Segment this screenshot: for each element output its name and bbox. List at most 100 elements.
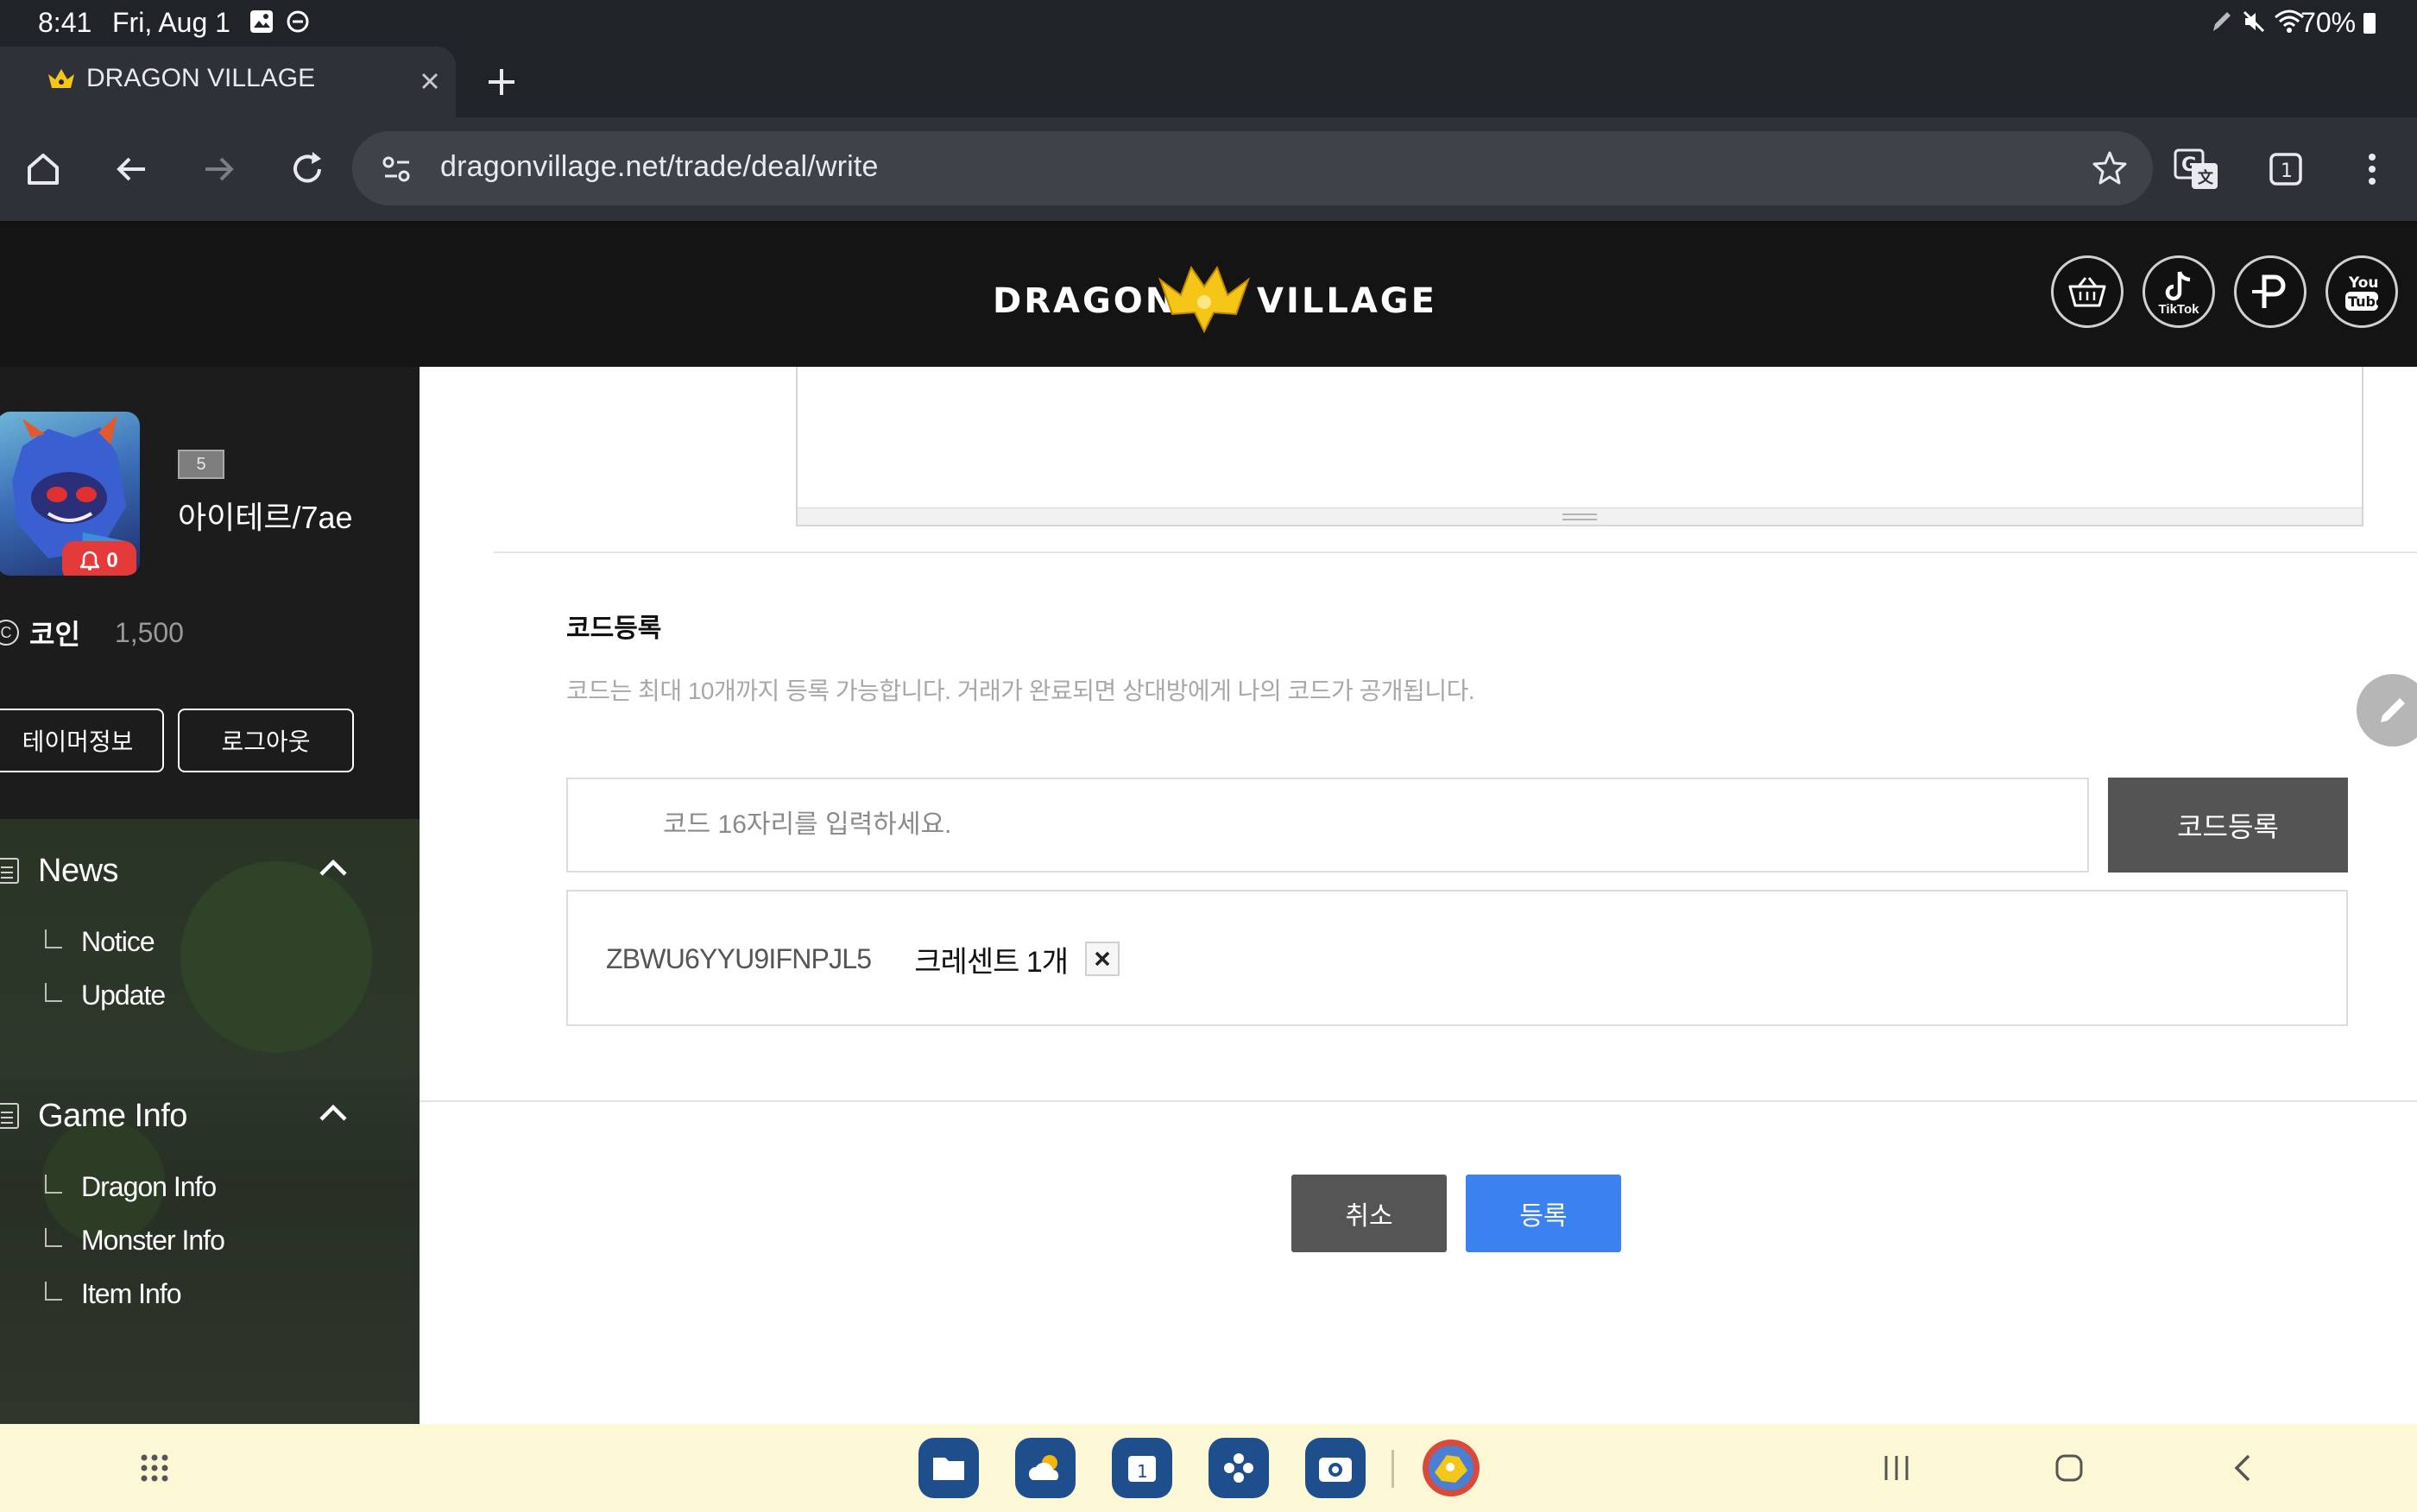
avatar[interactable]: 0 bbox=[0, 412, 140, 576]
submit-button[interactable]: 등록 bbox=[1466, 1175, 1621, 1252]
menu-news-label: News bbox=[38, 852, 119, 889]
close-icon bbox=[1095, 951, 1110, 967]
shop-icon[interactable] bbox=[2051, 255, 2124, 328]
logout-button[interactable]: 로그아웃 bbox=[178, 709, 354, 772]
tree-branch-icon bbox=[45, 982, 62, 1002]
address-bar[interactable]: dragonvillage.net/trade/deal/write bbox=[352, 131, 2153, 205]
tab-strip: DRAGON VILLAGE bbox=[0, 47, 2417, 117]
forward-icon[interactable] bbox=[193, 143, 245, 195]
close-tab-icon[interactable] bbox=[413, 64, 447, 98]
code-input[interactable] bbox=[566, 778, 2089, 873]
battery-icon bbox=[2363, 13, 2376, 34]
grip-icon bbox=[1562, 513, 1597, 520]
tree-branch-icon bbox=[45, 1174, 62, 1194]
editor-resize-handle[interactable] bbox=[798, 507, 2362, 525]
level-badge: 5 bbox=[178, 450, 224, 479]
tree-branch-icon bbox=[45, 1227, 62, 1247]
status-date: Fri, Aug 1 bbox=[112, 7, 230, 38]
dragon-village-app-icon[interactable] bbox=[1421, 1438, 1481, 1498]
gallery-icon bbox=[249, 9, 275, 35]
code-section-title: 코드등록 bbox=[566, 614, 662, 643]
site-header: DRAGON VILLAGE TikTok You Tube bbox=[0, 223, 2417, 367]
tree-branch-icon bbox=[45, 929, 62, 948]
mute-icon bbox=[2241, 9, 2267, 35]
url-text[interactable]: dragonvillage.net/trade/deal/write bbox=[440, 150, 879, 184]
tree-branch-icon bbox=[45, 1281, 62, 1301]
browser-toolbar: dragonvillage.net/trade/deal/write G文 1 bbox=[0, 117, 2417, 221]
pencil-icon bbox=[2381, 698, 2405, 722]
more-menu-icon[interactable] bbox=[2346, 143, 2398, 195]
favicon-icon bbox=[47, 67, 76, 93]
bookmark-star-icon[interactable] bbox=[2091, 148, 2129, 186]
back-nav-icon[interactable] bbox=[2222, 1446, 2265, 1490]
bixby-app-icon[interactable] bbox=[1208, 1438, 1269, 1498]
menu-item-update[interactable]: Update bbox=[45, 980, 166, 1011]
weather-app-icon[interactable] bbox=[1015, 1438, 1076, 1498]
status-time: 8:41 bbox=[38, 7, 92, 38]
app-drawer-icon[interactable] bbox=[133, 1446, 176, 1490]
divider bbox=[420, 1100, 2417, 1102]
username: 아이테르/7ae bbox=[178, 500, 353, 535]
new-tab-icon[interactable] bbox=[480, 60, 523, 104]
calendar-app-icon[interactable]: 1 bbox=[1112, 1438, 1172, 1498]
tamer-info-button[interactable]: 테이머정보 bbox=[0, 709, 164, 772]
translate-icon[interactable]: G文 bbox=[2170, 143, 2222, 195]
p-icon[interactable] bbox=[2234, 255, 2307, 328]
recent-apps-icon[interactable] bbox=[1875, 1446, 1918, 1490]
site-settings-icon[interactable] bbox=[380, 152, 414, 186]
code-section-description: 코드는 최대 10개까지 등록 가능합니다. 거래가 완료되면 상대방에게 나의… bbox=[566, 677, 1475, 704]
menu-item-item-info[interactable]: Item Info bbox=[45, 1278, 181, 1310]
do-not-disturb-icon bbox=[285, 9, 311, 35]
profile-panel: 0 5 아이테르/7ae C 코인 1,500 테이머정보 로그아웃 bbox=[0, 367, 420, 819]
coin-label: 코인 bbox=[29, 619, 80, 650]
remove-code-button[interactable] bbox=[1085, 942, 1120, 976]
tab-title: DRAGON VILLAGE bbox=[86, 64, 316, 92]
coin-icon: C bbox=[0, 620, 19, 646]
code-value: ZBWU6YYU9IFNPJL5 bbox=[606, 942, 872, 974]
list-item: ZBWU6YYU9IFNPJL5 크레센트 1개 bbox=[606, 940, 1120, 979]
chevron-up-icon[interactable] bbox=[314, 1095, 352, 1133]
bell-icon bbox=[80, 551, 100, 570]
code-product: 크레센트 1개 bbox=[914, 945, 1069, 979]
menu-item-dragon-info[interactable]: Dragon Info bbox=[45, 1171, 217, 1203]
home-icon[interactable] bbox=[17, 143, 69, 195]
pen-icon bbox=[2210, 9, 2234, 35]
divider bbox=[494, 551, 2417, 553]
svg-text:1: 1 bbox=[1137, 1461, 1148, 1482]
coin-row: C 코인 1,500 bbox=[0, 614, 184, 652]
youtube-icon[interactable]: You Tube bbox=[2325, 255, 2398, 328]
notification-badge[interactable]: 0 bbox=[62, 541, 136, 576]
menu-item-notice[interactable]: Notice bbox=[45, 926, 155, 958]
tab-switcher-icon[interactable]: 1 bbox=[2260, 143, 2312, 195]
home-nav-icon[interactable] bbox=[2048, 1446, 2091, 1490]
list-icon bbox=[0, 1103, 19, 1129]
coin-value: 1,500 bbox=[114, 616, 184, 648]
svg-text:Tube: Tube bbox=[2348, 293, 2382, 310]
cancel-button[interactable]: 취소 bbox=[1291, 1175, 1447, 1252]
taskbar: 1 bbox=[0, 1424, 2417, 1512]
files-app-icon[interactable] bbox=[918, 1438, 979, 1498]
site-logo[interactable]: DRAGON VILLAGE bbox=[993, 261, 1435, 338]
back-icon[interactable] bbox=[105, 143, 157, 195]
registered-code-list: ZBWU6YYU9IFNPJL5 크레센트 1개 bbox=[566, 890, 2348, 1026]
tiktok-icon[interactable]: TikTok bbox=[2142, 255, 2215, 328]
chevron-up-icon[interactable] bbox=[314, 850, 352, 888]
browser-tab[interactable]: DRAGON VILLAGE bbox=[0, 47, 456, 117]
logo-emblem-icon bbox=[1157, 261, 1252, 338]
sidebar: 0 5 아이테르/7ae C 코인 1,500 테이머정보 로그아웃 News … bbox=[0, 367, 420, 1424]
menu-game-info[interactable]: Game Info bbox=[0, 1090, 187, 1142]
svg-text:You: You bbox=[2348, 274, 2379, 292]
tab-count: 1 bbox=[2281, 161, 2293, 182]
menu-item-monster-info[interactable]: Monster Info bbox=[45, 1225, 225, 1257]
notification-count: 0 bbox=[106, 549, 118, 572]
status-bar: 8:41 Fri, Aug 1 70% bbox=[0, 0, 2417, 47]
floating-edit-button[interactable] bbox=[2357, 674, 2417, 747]
reload-icon[interactable] bbox=[281, 143, 333, 195]
svg-text:文: 文 bbox=[2198, 168, 2214, 187]
register-code-button[interactable]: 코드등록 bbox=[2108, 778, 2348, 873]
sidebar-menu: News Notice Update Game Info Dragon Info… bbox=[0, 819, 420, 1424]
camera-app-icon[interactable] bbox=[1305, 1438, 1366, 1498]
logo-word-village: VILLAGE bbox=[1257, 281, 1437, 321]
menu-news[interactable]: News bbox=[0, 845, 119, 897]
text-editor[interactable] bbox=[796, 367, 2363, 526]
